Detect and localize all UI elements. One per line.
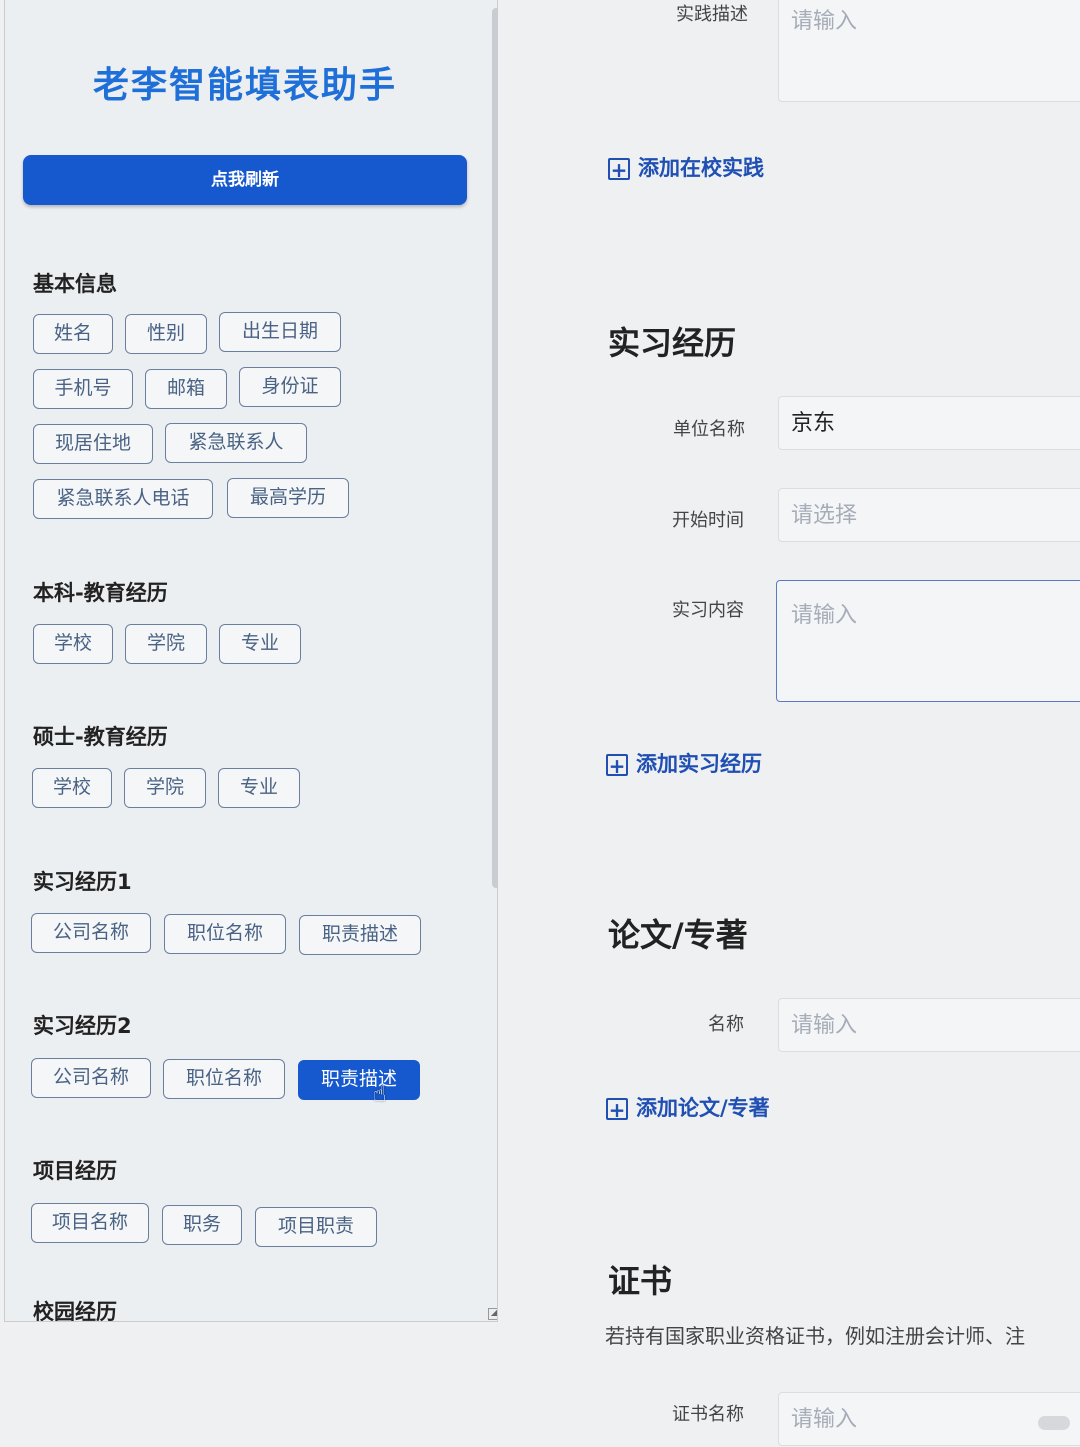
practice-desc-label: 实践描述 (676, 4, 748, 25)
chip-bachelor-school[interactable]: 学校 (33, 624, 113, 664)
cert-note: 若持有国家职业资格证书，例如注册会计师、注 (605, 1324, 1025, 1348)
chip-intern2-duties[interactable]: 职责描述 (298, 1060, 420, 1100)
chip-project-name[interactable]: 项目名称 (31, 1203, 149, 1243)
chip-intern2-company[interactable]: 公司名称 (31, 1058, 151, 1098)
corner-badge (1038, 1416, 1070, 1430)
start-time-label: 开始时间 (672, 510, 744, 531)
chip-master-college[interactable]: 学院 (124, 768, 206, 808)
add-practice-label: 添加在校实践 (638, 156, 764, 180)
paper-heading: 论文/专著 (608, 916, 748, 954)
chip-intern1-company[interactable]: 公司名称 (31, 913, 151, 953)
chip-emergency-contact[interactable]: 紧急联系人 (165, 423, 307, 463)
resume-form: 实践描述 请输入 + 添加在校实践 实习经历 单位名称 京东 开始时间 请选择 实… (500, 0, 1080, 1446)
chip-email[interactable]: 邮箱 (145, 369, 227, 409)
section-title-basic: 基本信息 (33, 272, 117, 296)
start-time-select[interactable]: 请选择 (778, 488, 1080, 542)
chip-name[interactable]: 姓名 (33, 314, 113, 354)
chip-highest-degree[interactable]: 最高学历 (227, 478, 349, 518)
section-title-project: 项目经历 (33, 1159, 117, 1183)
internship-heading: 实习经历 (608, 324, 737, 362)
chip-gender[interactable]: 性别 (125, 314, 207, 354)
chip-intern1-duties[interactable]: 职责描述 (299, 915, 421, 955)
chip-master-school[interactable]: 学校 (32, 768, 112, 808)
cert-name-label: 证书名称 (672, 1404, 744, 1425)
chip-master-major[interactable]: 专业 (218, 768, 300, 808)
form-helper-panel: 老李智能填表助手 点我刷新 基本信息 姓名 性别 出生日期 手机号 邮箱 身份证… (4, 0, 498, 1322)
section-title-campus: 校园经历 (33, 1300, 117, 1322)
chip-id-card[interactable]: 身份证 (239, 367, 341, 407)
chip-bachelor-major[interactable]: 专业 (219, 624, 301, 664)
internship-content-textarea[interactable]: 请输入 (776, 580, 1080, 702)
paper-name-label: 名称 (708, 1014, 744, 1035)
plus-box-icon: + (608, 158, 630, 180)
chip-intern2-position[interactable]: 职位名称 (163, 1059, 285, 1099)
panel-scrollbar[interactable] (492, 8, 497, 888)
add-paper-link[interactable]: + 添加论文/专著 (606, 1092, 770, 1122)
paper-name-input[interactable]: 请输入 (778, 998, 1080, 1052)
chip-phone[interactable]: 手机号 (33, 369, 133, 409)
chip-emergency-phone[interactable]: 紧急联系人电话 (33, 479, 213, 519)
add-paper-label: 添加论文/专著 (636, 1096, 770, 1120)
plus-box-icon: + (606, 754, 628, 776)
section-title-internship-2: 实习经历2 (33, 1014, 132, 1038)
chip-birthdate[interactable]: 出生日期 (219, 312, 341, 352)
panel-title: 老李智能填表助手 (92, 65, 397, 106)
add-internship-link[interactable]: + 添加实习经历 (606, 748, 762, 778)
internship-content-label: 实习内容 (672, 600, 744, 621)
refresh-button[interactable]: 点我刷新 (23, 155, 467, 205)
section-title-internship-1: 实习经历1 (33, 870, 132, 894)
company-input[interactable]: 京东 (778, 396, 1080, 450)
section-title-master: 硕士-教育经历 (33, 725, 168, 749)
add-practice-link[interactable]: + 添加在校实践 (608, 152, 764, 182)
cert-heading: 证书 (608, 1262, 673, 1300)
add-internship-label: 添加实习经历 (636, 752, 762, 776)
practice-desc-input[interactable]: 请输入 (778, 0, 1080, 102)
plus-box-icon: + (606, 1098, 628, 1120)
section-title-bachelor: 本科-教育经历 (33, 581, 168, 605)
chip-project-duties[interactable]: 项目职责 (255, 1207, 377, 1247)
chip-bachelor-college[interactable]: 学院 (125, 624, 207, 664)
chip-intern1-position[interactable]: 职位名称 (164, 914, 286, 954)
chip-current-address[interactable]: 现居住地 (33, 424, 153, 464)
resize-handle-icon[interactable]: ◢ (488, 1308, 497, 1320)
company-label: 单位名称 (673, 419, 745, 440)
hand-cursor-icon: ☝ (373, 1082, 387, 1107)
chip-project-role[interactable]: 职务 (162, 1205, 242, 1245)
cert-name-input[interactable]: 请输入 (778, 1392, 1080, 1446)
